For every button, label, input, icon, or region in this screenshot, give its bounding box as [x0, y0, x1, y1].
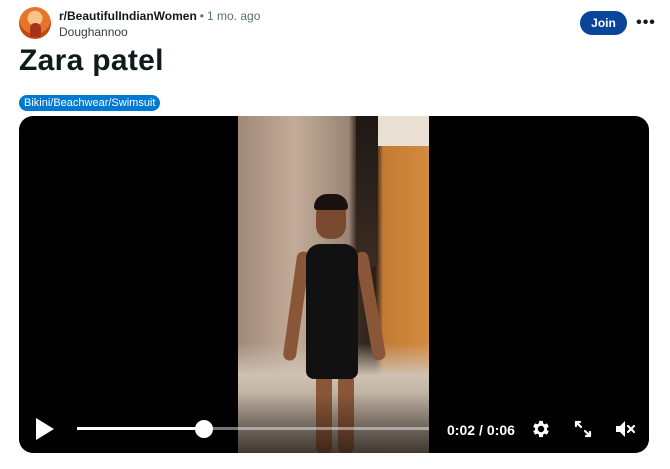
subreddit-link[interactable]: r/BeautifulIndianWomen: [59, 9, 197, 23]
post-age: 1 mo. ago: [207, 9, 261, 23]
subreddit-avatar[interactable]: [19, 7, 51, 39]
post-meta-line: r/BeautifulIndianWomen • 1 mo. ago: [59, 9, 260, 23]
post-flair[interactable]: Bikini/Beachwear/Swimsuit: [19, 95, 161, 111]
play-icon[interactable]: [33, 416, 57, 442]
volume-muted-icon[interactable]: [614, 418, 636, 440]
post-title[interactable]: Zara patel: [19, 44, 164, 78]
author-link[interactable]: Doughannoo: [59, 25, 128, 39]
seek-bar[interactable]: [77, 420, 429, 438]
video-player[interactable]: 0:02/0:06: [19, 116, 649, 453]
current-time: 0:02: [447, 422, 476, 438]
meta-separator: •: [199, 9, 204, 23]
gear-icon[interactable]: [530, 418, 552, 440]
post-header: r/BeautifulIndianWomen • 1 mo. ago Doughan…: [19, 6, 658, 40]
time-separator: /: [479, 422, 483, 438]
join-button[interactable]: Join: [580, 11, 627, 35]
seek-progress: [77, 427, 204, 430]
seek-handle[interactable]: [194, 420, 213, 438]
more-options-icon[interactable]: •••: [634, 11, 658, 35]
expand-icon[interactable]: [572, 418, 594, 440]
duration: 0:06: [486, 422, 515, 438]
time-display: 0:02/0:06: [447, 422, 515, 438]
